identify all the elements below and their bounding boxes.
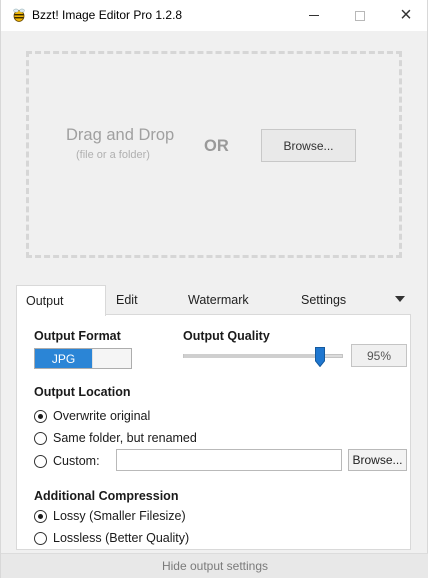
- minimize-icon: [309, 15, 319, 16]
- radio-button[interactable]: [34, 454, 47, 468]
- tab-edit[interactable]: Edit: [116, 285, 138, 315]
- additional-compression-label: Additional Compression: [34, 489, 179, 503]
- tab-watermark[interactable]: Watermark: [188, 285, 249, 315]
- quality-slider-thumb[interactable]: [314, 347, 325, 367]
- maximize-icon: [355, 10, 365, 21]
- output-location-label: Output Location: [34, 385, 131, 399]
- radio-label: Same folder, but renamed: [53, 431, 197, 445]
- drag-and-drop-subtitle: (file or a folder): [76, 149, 150, 161]
- radio-lossless[interactable]: Lossless (Better Quality): [34, 530, 189, 546]
- close-icon: ×: [400, 4, 412, 26]
- radio-label: Lossy (Smaller Filesize): [53, 509, 186, 523]
- output-format-toggle[interactable]: JPG: [34, 348, 132, 369]
- maximize-button[interactable]: [337, 0, 383, 31]
- tab-settings[interactable]: Settings: [301, 285, 346, 315]
- radio-lossy[interactable]: Lossy (Smaller Filesize): [34, 508, 186, 524]
- radio-label: Custom:: [53, 454, 100, 468]
- or-label: OR: [204, 137, 229, 155]
- output-format-label: Output Format: [34, 329, 121, 343]
- output-quality-label: Output Quality: [183, 329, 270, 343]
- tab-output[interactable]: Output: [16, 285, 106, 316]
- title-bar: Bzzt! Image Editor Pro 1.2.8 ×: [0, 0, 428, 31]
- bee-icon: [13, 8, 25, 22]
- radio-same-folder-renamed[interactable]: Same folder, but renamed: [34, 430, 197, 446]
- radio-label: Lossless (Better Quality): [53, 531, 190, 545]
- radio-custom[interactable]: Custom:: [34, 453, 100, 469]
- format-selected: JPG: [35, 349, 92, 368]
- output-tab-content: Output Format JPG Output Quality 95% Out…: [16, 314, 411, 550]
- radio-button[interactable]: [34, 431, 47, 445]
- close-button[interactable]: ×: [383, 0, 428, 31]
- format-toggle-knob: [93, 349, 131, 368]
- browse-custom-button[interactable]: Browse...: [348, 449, 407, 471]
- quality-slider-fill: [184, 354, 321, 358]
- browse-files-button[interactable]: Browse...: [261, 129, 356, 162]
- drag-and-drop-title: Drag and Drop: [66, 126, 175, 144]
- tab-bar: Output Edit Watermark Settings: [16, 285, 411, 316]
- radio-overwrite-original[interactable]: Overwrite original: [34, 408, 150, 424]
- radio-button[interactable]: [34, 509, 47, 523]
- custom-path-input[interactable]: [116, 449, 342, 471]
- hide-output-settings-button[interactable]: Hide output settings: [1, 553, 428, 578]
- minimize-button[interactable]: [291, 0, 337, 31]
- drop-area: [0, 31, 428, 283]
- settings-panel: Output Edit Watermark Settings Output Fo…: [0, 283, 428, 578]
- window-title: Bzzt! Image Editor Pro 1.2.8: [32, 8, 183, 22]
- radio-button[interactable]: [34, 409, 47, 423]
- quality-value[interactable]: 95%: [351, 344, 407, 367]
- tabs-dropdown-icon[interactable]: [395, 296, 405, 302]
- radio-button[interactable]: [34, 531, 47, 545]
- radio-label: Overwrite original: [53, 409, 151, 423]
